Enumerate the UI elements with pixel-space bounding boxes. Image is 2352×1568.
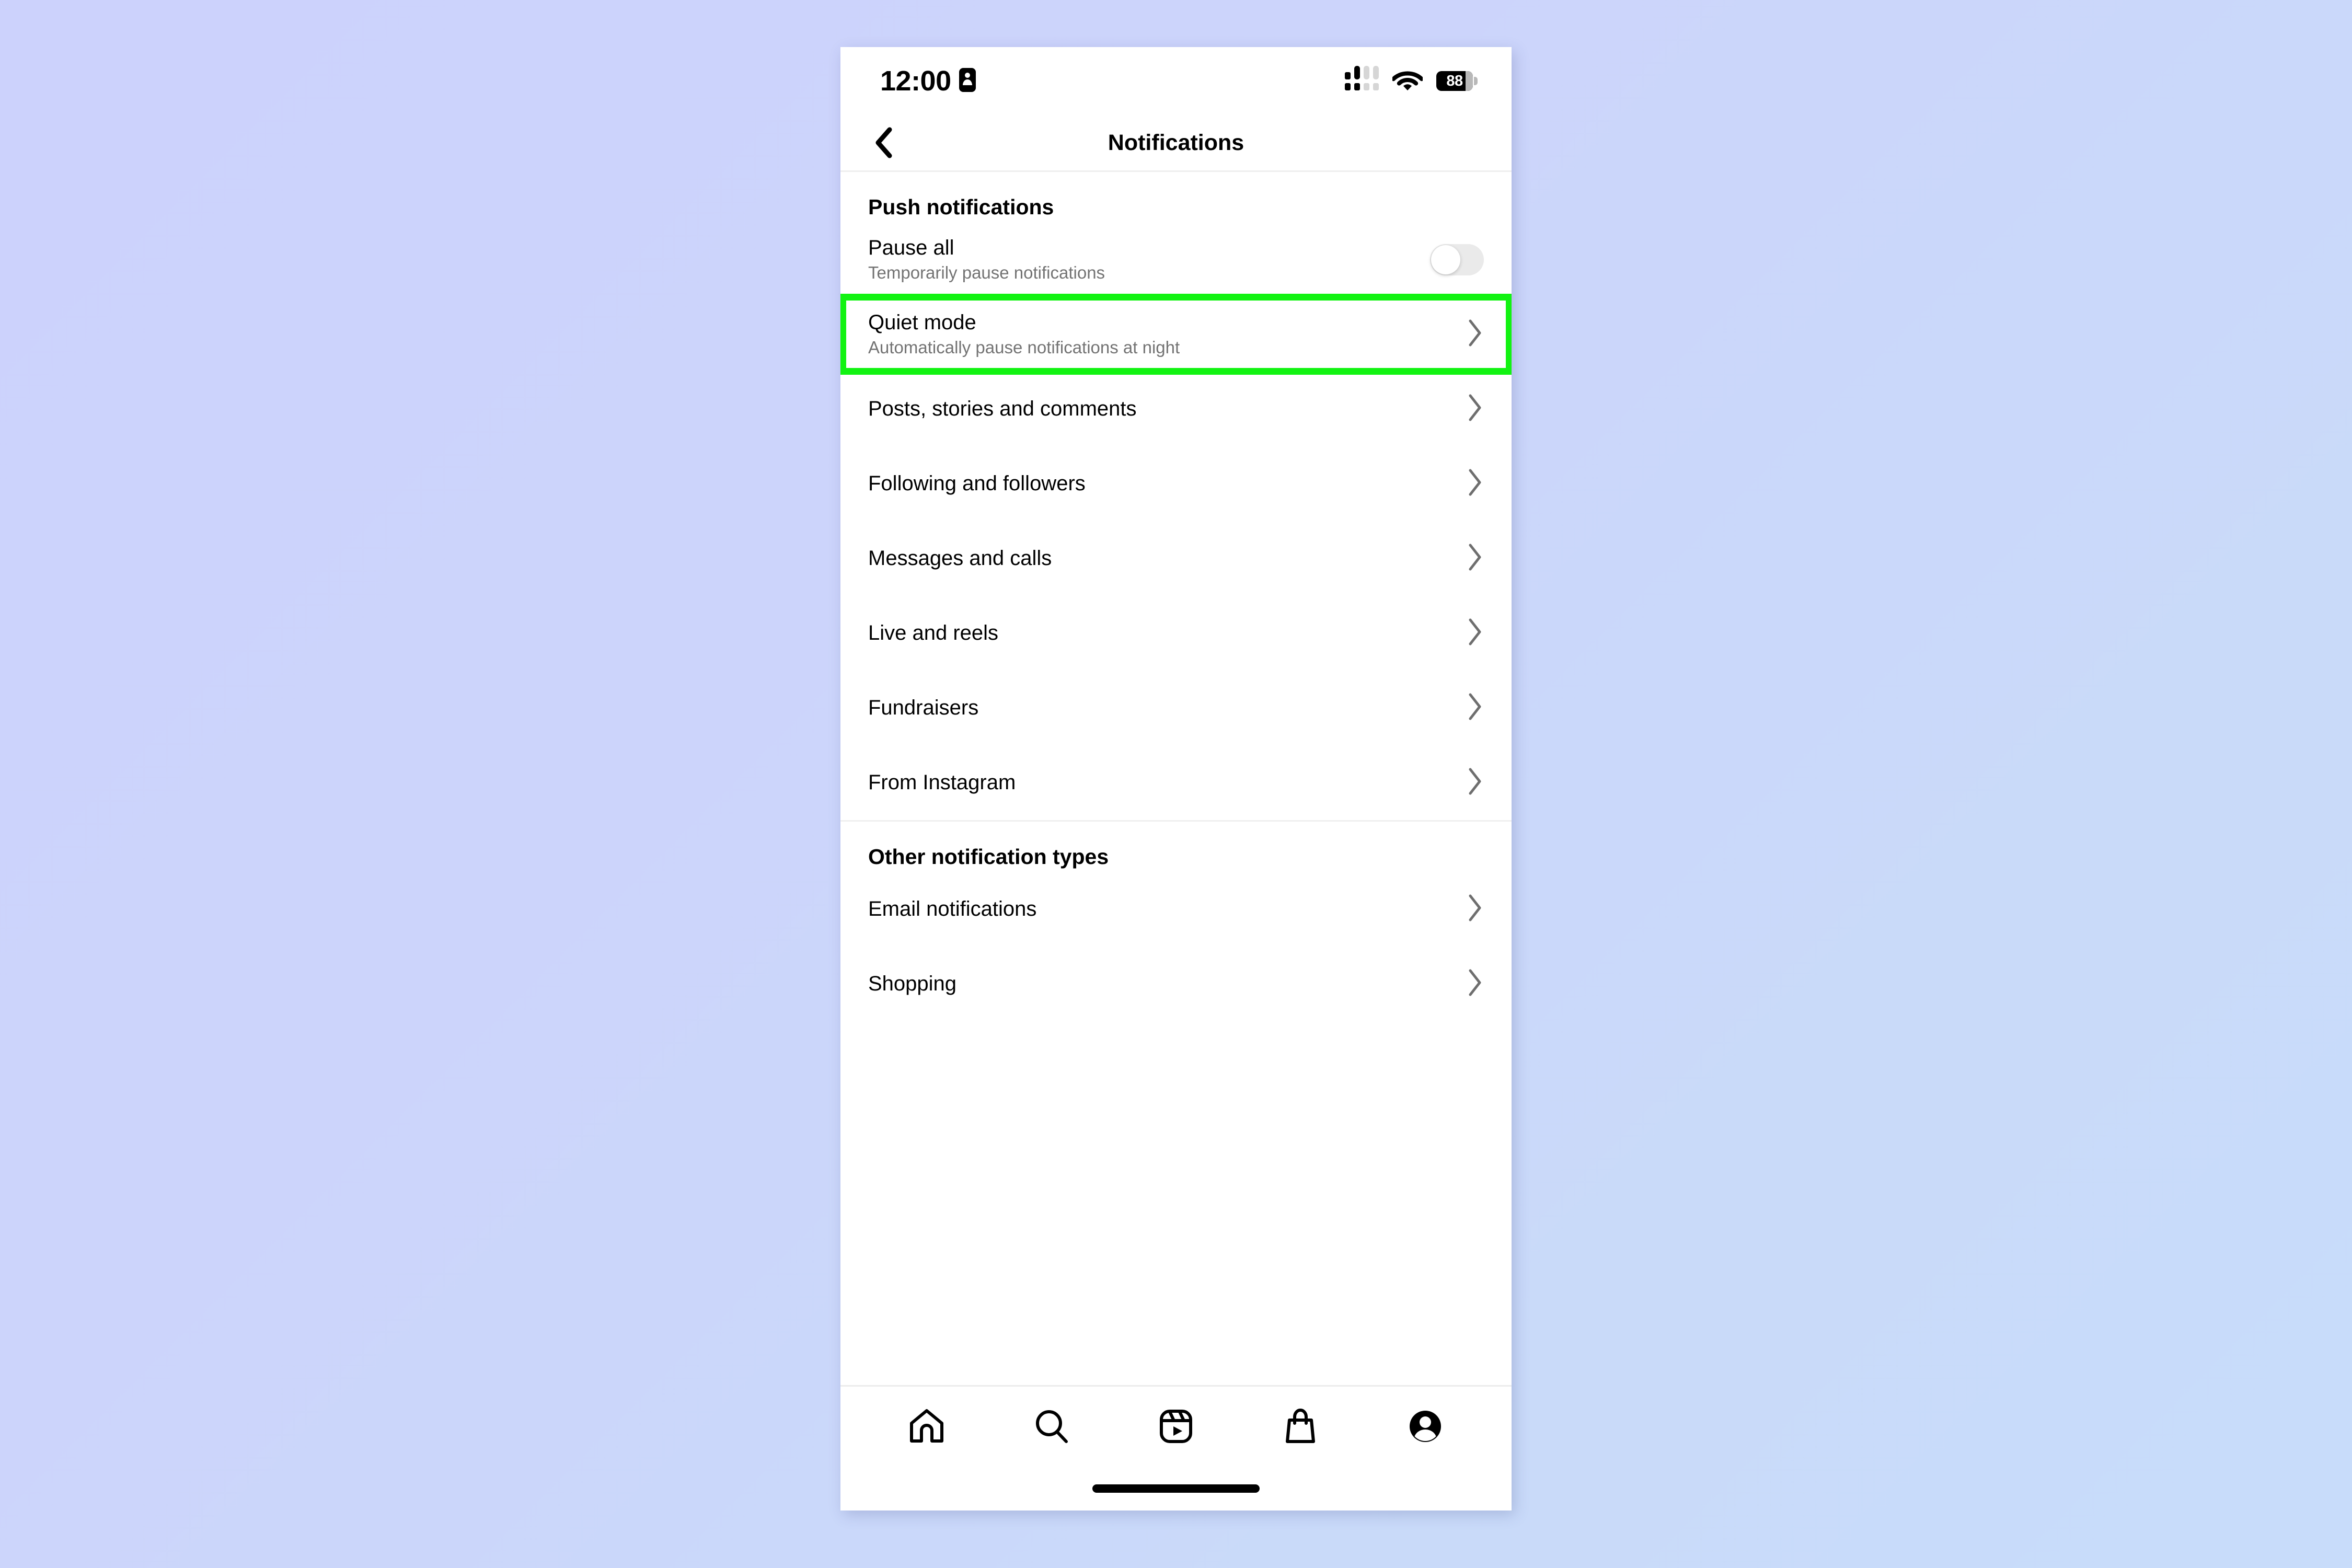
cellular-signal-icon bbox=[1345, 65, 1379, 90]
row-title: Live and reels bbox=[868, 621, 999, 645]
row-following-and-followers[interactable]: Following and followers bbox=[840, 446, 1512, 521]
row-subtitle: Automatically pause notifications at nig… bbox=[868, 337, 1180, 357]
row-fundraisers[interactable]: Fundraisers bbox=[840, 671, 1512, 745]
alarm-badge-icon bbox=[959, 67, 976, 95]
status-bar-clock: 12:00 bbox=[880, 65, 951, 97]
tab-search[interactable] bbox=[1023, 1398, 1080, 1455]
pause-all-toggle[interactable] bbox=[1430, 244, 1484, 275]
bottom-tab-bar bbox=[840, 1385, 1512, 1466]
toggle-knob bbox=[1431, 245, 1460, 274]
phone-screen: 12:00 88 Notifications Push notification… bbox=[840, 47, 1512, 1511]
home-indicator-area bbox=[840, 1466, 1512, 1511]
chevron-right-icon bbox=[1466, 893, 1484, 925]
tab-reels[interactable] bbox=[1147, 1398, 1205, 1455]
home-indicator[interactable] bbox=[1092, 1484, 1260, 1493]
page-title: Notifications bbox=[1108, 130, 1244, 155]
row-title: Posts, stories and comments bbox=[868, 397, 1137, 421]
profile-avatar-icon bbox=[1409, 1411, 1441, 1442]
tab-shop[interactable] bbox=[1272, 1398, 1329, 1455]
row-title: From Instagram bbox=[868, 771, 1016, 794]
row-from-instagram[interactable]: From Instagram bbox=[840, 745, 1512, 820]
chevron-right-icon bbox=[1466, 692, 1484, 724]
chevron-right-icon bbox=[1466, 393, 1484, 425]
row-text: Quiet mode Automatically pause notificat… bbox=[868, 311, 1180, 358]
home-icon bbox=[910, 1409, 944, 1443]
section-header-push-notifications: Push notifications bbox=[868, 195, 1054, 219]
row-title: Email notifications bbox=[868, 897, 1037, 921]
row-title: Pause all bbox=[868, 236, 954, 260]
chevron-right-icon bbox=[1466, 543, 1484, 574]
battery-icon: 88 bbox=[1436, 71, 1478, 91]
section-header-other-notification-types: Other notification types bbox=[868, 845, 1109, 869]
wifi-icon bbox=[1391, 68, 1424, 94]
search-icon bbox=[1035, 1410, 1068, 1443]
chevron-left-icon bbox=[875, 127, 892, 158]
status-bar: 12:00 88 bbox=[840, 47, 1512, 115]
row-pause-all[interactable]: Pause all Temporarily pause notification… bbox=[840, 222, 1512, 297]
row-text: Pause all Temporarily pause notification… bbox=[868, 236, 1105, 283]
row-title: Shopping bbox=[868, 972, 957, 996]
row-shopping[interactable]: Shopping bbox=[840, 947, 1512, 1021]
chevron-right-icon bbox=[1466, 468, 1484, 500]
row-title: Messages and calls bbox=[868, 547, 1052, 570]
battery-level-label: 88 bbox=[1446, 72, 1463, 89]
chevron-right-icon bbox=[1466, 968, 1484, 1000]
chevron-right-icon bbox=[1466, 318, 1484, 350]
row-title: Following and followers bbox=[868, 472, 1086, 495]
shop-bag-icon bbox=[1286, 1408, 1316, 1443]
chevron-right-icon bbox=[1466, 767, 1484, 799]
row-email-notifications[interactable]: Email notifications bbox=[840, 872, 1512, 947]
tab-home[interactable] bbox=[898, 1398, 955, 1455]
status-bar-right: 88 bbox=[1345, 65, 1478, 94]
status-bar-left: 12:00 bbox=[880, 67, 976, 95]
row-title: Fundraisers bbox=[868, 696, 979, 720]
row-title: Quiet mode bbox=[868, 311, 976, 335]
chevron-right-icon bbox=[1466, 617, 1484, 649]
row-live-and-reels[interactable]: Live and reels bbox=[840, 596, 1512, 671]
back-button[interactable] bbox=[866, 124, 902, 161]
tab-profile[interactable] bbox=[1397, 1398, 1454, 1455]
row-messages-and-calls[interactable]: Messages and calls bbox=[840, 521, 1512, 596]
nav-header: Notifications bbox=[840, 115, 1512, 172]
quiet-mode-wrapper: Quiet mode Automatically pause notificat… bbox=[840, 294, 1512, 375]
reels-icon bbox=[1159, 1410, 1192, 1443]
settings-list: Push notifications Pause all Temporarily… bbox=[840, 172, 1512, 1385]
row-subtitle: Temporarily pause notifications bbox=[868, 262, 1105, 282]
row-quiet-mode[interactable]: Quiet mode Automatically pause notificat… bbox=[840, 297, 1512, 372]
row-posts-stories-comments[interactable]: Posts, stories and comments bbox=[840, 372, 1512, 446]
